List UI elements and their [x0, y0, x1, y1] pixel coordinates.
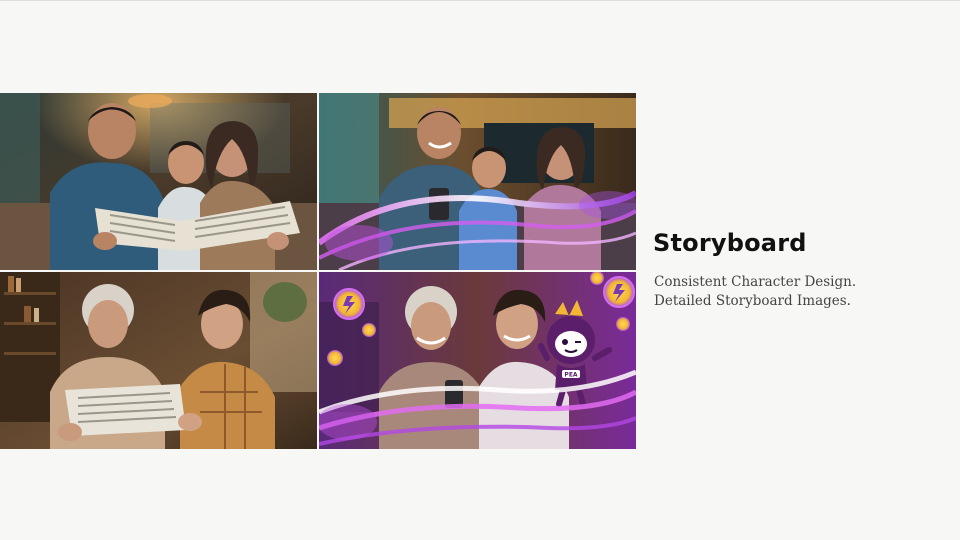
slide-title: Storyboard: [653, 229, 807, 257]
family-phone-magic-image: [319, 93, 636, 270]
storyboard-panel-3: [0, 272, 317, 449]
family-reading-newspaper-image: [0, 93, 317, 270]
slide: PEA Storyboard Consistent Character Desi…: [0, 0, 960, 540]
slide-description: Consistent Character Design. Detailed St…: [654, 273, 856, 311]
grandmother-grandson-mascot-image: PEA: [319, 272, 636, 449]
mascot-badge-text: PEA: [564, 372, 577, 379]
description-line-1: Consistent Character Design.: [654, 274, 857, 290]
description-line-2: Detailed Storyboard Images.: [654, 293, 851, 309]
storyboard-panel-1: [0, 93, 317, 270]
storyboard-panel-2: [319, 93, 636, 270]
grandmother-grandson-paper-image: [0, 272, 317, 449]
storyboard-panel-4: PEA: [319, 272, 636, 449]
storyboard-grid: PEA: [0, 93, 636, 449]
